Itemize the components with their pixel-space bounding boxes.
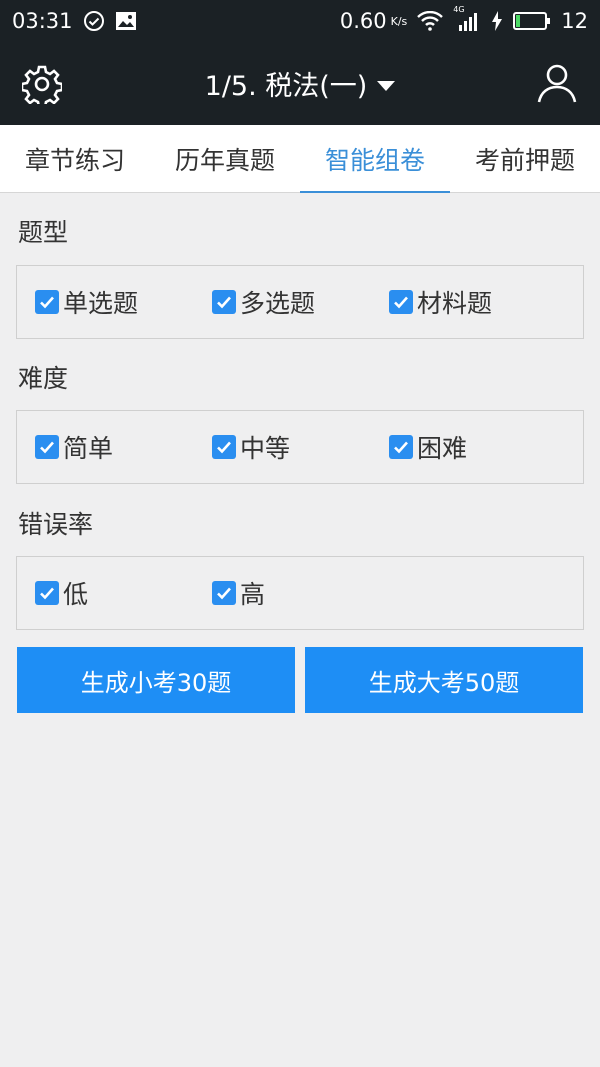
subject-selector[interactable]: 1/5. 税法(一) [205,64,396,103]
tab-bar: 章节练习 历年真题 智能组卷 考前押题 [0,125,600,193]
tab-past-exams[interactable]: 历年真题 [150,125,300,192]
generate-big-exam-button[interactable]: 生成大考50题 [305,647,583,713]
dropdown-arrow-icon [377,68,396,99]
option-easy[interactable]: 简单 [35,411,113,483]
option-label: 低 [63,580,89,609]
check-circle-icon [83,10,105,32]
option-single-choice[interactable]: 单选题 [35,266,138,338]
option-material-question[interactable]: 材料题 [389,266,492,338]
wifi-icon [417,11,444,31]
difficulty-options: 简单 中等 困难 [16,410,584,484]
charging-bolt-icon [491,11,503,31]
app-bar: 1/5. 税法(一) [0,42,600,125]
battery-icon [513,11,551,31]
net-speed-unit: K/s [390,14,408,28]
section-label-error-rate: 错误率 [18,510,94,539]
tab-predicted-questions[interactable]: 考前押题 [450,125,600,192]
option-label: 中等 [240,434,291,463]
option-label: 材料题 [417,289,493,318]
battery-level: 12 [561,9,588,33]
section-label-difficulty: 难度 [18,364,69,393]
checkbox-checked-icon[interactable] [35,290,59,314]
network-type-label: 4G [453,5,465,14]
checkbox-checked-icon[interactable] [35,581,59,605]
option-low[interactable]: 低 [35,557,88,629]
option-label: 高 [240,580,266,609]
section-label-question-type: 题型 [18,218,69,247]
net-speed: 0.60 [339,9,387,33]
option-multiple-choice[interactable]: 多选题 [212,266,315,338]
status-time: 03:31 [12,9,73,33]
option-medium[interactable]: 中等 [212,411,290,483]
checkbox-checked-icon[interactable] [212,290,236,314]
settings-gear-icon[interactable] [20,64,64,109]
option-label: 困难 [417,434,468,463]
option-label: 多选题 [240,289,316,318]
option-hard[interactable]: 困难 [389,411,467,483]
cellular-signal-icon: 4G [453,5,481,31]
user-profile-icon[interactable] [536,62,578,104]
status-bar: 03:31 0.60 K/s 4G 12 [0,0,600,42]
option-label: 单选题 [63,289,139,318]
error-rate-options: 低 高 [16,556,584,630]
checkbox-checked-icon[interactable] [35,435,59,459]
checkbox-checked-icon[interactable] [389,435,413,459]
subject-title: 1/5. 税法(一) [204,71,368,102]
image-icon [115,11,137,31]
checkbox-checked-icon[interactable] [212,435,236,459]
tab-chapter-practice[interactable]: 章节练习 [0,125,150,192]
option-label: 简单 [63,434,114,463]
generate-small-exam-button[interactable]: 生成小考30题 [17,647,295,713]
checkbox-checked-icon[interactable] [389,290,413,314]
option-high[interactable]: 高 [212,557,265,629]
tab-smart-paper[interactable]: 智能组卷 [300,125,450,193]
question-type-options: 单选题 多选题 材料题 [16,265,584,339]
checkbox-checked-icon[interactable] [212,581,236,605]
